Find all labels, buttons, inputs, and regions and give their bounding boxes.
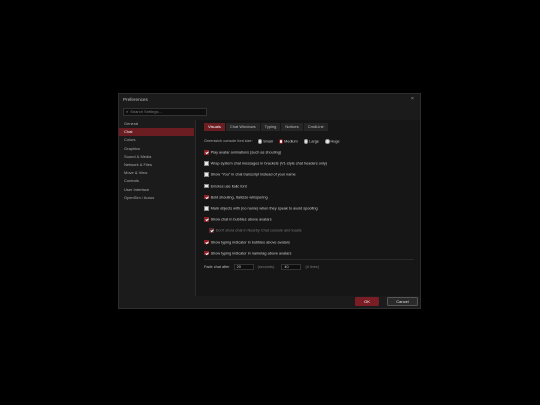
- search-icon: ⌕: [126, 109, 129, 114]
- title-bar[interactable]: Preferences ×: [119, 94, 420, 107]
- option-bold-shouting[interactable]: Bold shouting, Italicize whispering: [204, 194, 268, 200]
- radio-huge[interactable]: Huge: [325, 139, 340, 144]
- checkbox[interactable]: [204, 250, 209, 256]
- radio-label: Large: [309, 139, 319, 144]
- font-size-row: Greenwich console font size: Small Mediu…: [204, 139, 345, 144]
- option-hide-nearby-chat[interactable]: Don't show chat in Nearby Chat console a…: [209, 228, 302, 233]
- option-mark-objects[interactable]: Mark objects with (no name) when they sp…: [204, 206, 318, 211]
- checkbox[interactable]: [204, 161, 209, 166]
- fade-label: Fade chat after: [204, 265, 230, 269]
- radio-button[interactable]: [303, 139, 309, 144]
- option-label: Mark objects with (no name) when they sp…: [210, 206, 318, 211]
- font-size-label: Greenwich console font size:: [204, 139, 253, 144]
- fade-seconds-input[interactable]: 20: [233, 264, 254, 270]
- search-placeholder: Search Settings...: [130, 109, 162, 114]
- radio-small[interactable]: Small: [257, 139, 273, 144]
- checkbox[interactable]: [204, 239, 209, 245]
- checkbox[interactable]: [204, 217, 209, 222]
- sidebar-item-sound-media[interactable]: Sound & Media: [119, 153, 194, 161]
- radio-button-selected[interactable]: [278, 139, 284, 144]
- option-show-you[interactable]: Show "You" in chat transcript instead of…: [204, 172, 296, 177]
- window-title: Preferences: [123, 97, 148, 102]
- option-play-avatar-animations[interactable]: Play avatar animations (such as shouting…: [204, 150, 281, 155]
- option-chat-bubbles[interactable]: Show chat in bubbles above avatars: [204, 217, 272, 222]
- sidebar: General Chat Colors Graphics Sound & Med…: [119, 120, 194, 202]
- radio-button[interactable]: [257, 139, 263, 144]
- checkbox[interactable]: [204, 194, 209, 200]
- fade-chat-row: Fade chat after 20 (seconds) 40 (# lines…: [204, 264, 325, 270]
- radio-medium[interactable]: Medium: [278, 139, 298, 144]
- radio-button[interactable]: [325, 139, 330, 144]
- sidebar-item-controls[interactable]: Controls: [119, 177, 194, 185]
- checkbox[interactable]: [204, 150, 209, 155]
- option-label: Wrap system chat messages in brackets (V…: [210, 161, 328, 166]
- radio-label: Huge: [330, 139, 340, 144]
- sidebar-item-colors[interactable]: Colors: [119, 136, 194, 144]
- cancel-button[interactable]: Cancel: [387, 297, 418, 306]
- checkbox[interactable]: [204, 206, 209, 211]
- settings-panel: Visuals Chat Windows Typing Notices CmdLine …: [195, 120, 420, 296]
- checkbox[interactable]: [204, 172, 209, 177]
- fade-lines-unit: (# lines): [305, 265, 319, 269]
- sidebar-item-user-interface[interactable]: User Interface: [119, 186, 194, 194]
- option-label: Emotes use italic font: [210, 183, 247, 188]
- dialog-footer: OK Cancel: [119, 294, 420, 308]
- option-label: Show chat in bubbles above avatars: [210, 217, 272, 222]
- tab-bar: Visuals Chat Windows Typing Notices CmdLine: [204, 123, 329, 131]
- tab-visuals[interactable]: Visuals: [204, 123, 225, 131]
- option-label: Show typing indicator in nametag above a…: [210, 251, 292, 256]
- radio-label: Medium: [284, 139, 298, 144]
- sidebar-item-graphics[interactable]: Graphics: [119, 145, 194, 153]
- divider: [204, 259, 414, 260]
- option-label: Show typing indicator in bubbles above a…: [210, 239, 290, 244]
- option-wrap-system-chat[interactable]: Wrap system chat messages in brackets (V…: [204, 161, 327, 166]
- preferences-dialog: Preferences × ⌕ Search Settings... Genera…: [118, 93, 421, 309]
- sidebar-item-opensim[interactable]: OpenSim / Aurus: [119, 194, 194, 202]
- option-typing-nametag[interactable]: Show typing indicator in nametag above a…: [204, 250, 292, 256]
- tab-chat-windows[interactable]: Chat Windows: [225, 123, 260, 131]
- search-input[interactable]: ⌕ Search Settings...: [123, 108, 207, 116]
- checkbox[interactable]: [209, 228, 214, 233]
- checkbox[interactable]: [204, 183, 209, 189]
- radio-large[interactable]: Large: [303, 139, 319, 144]
- sidebar-item-network-files[interactable]: Network & Files: [119, 161, 194, 169]
- option-typing-bubbles[interactable]: Show typing indicator in bubbles above a…: [204, 239, 290, 245]
- fade-lines-input[interactable]: 40: [281, 264, 302, 270]
- radio-label: Small: [263, 139, 273, 144]
- tab-typing[interactable]: Typing: [260, 123, 281, 131]
- option-label: Bold shouting, Italicize whispering: [210, 195, 268, 200]
- ok-button[interactable]: OK: [355, 297, 379, 306]
- option-label: Play avatar animations (such as shouting…: [210, 150, 282, 155]
- tab-notices[interactable]: Notices: [281, 123, 303, 131]
- option-label: Don't show chat in Nearby Chat console a…: [215, 228, 302, 233]
- close-icon[interactable]: ×: [411, 96, 414, 102]
- option-emotes-italic[interactable]: Emotes use italic font: [204, 183, 247, 189]
- tab-cmdline[interactable]: CmdLine: [303, 123, 328, 131]
- sidebar-item-chat[interactable]: Chat: [119, 128, 194, 137]
- fade-seconds-unit: (seconds): [257, 265, 275, 269]
- sidebar-item-move-view[interactable]: Move & View: [119, 169, 194, 177]
- sidebar-item-general[interactable]: General: [119, 120, 194, 128]
- option-label: Show "You" in chat transcript instead of…: [210, 172, 296, 177]
